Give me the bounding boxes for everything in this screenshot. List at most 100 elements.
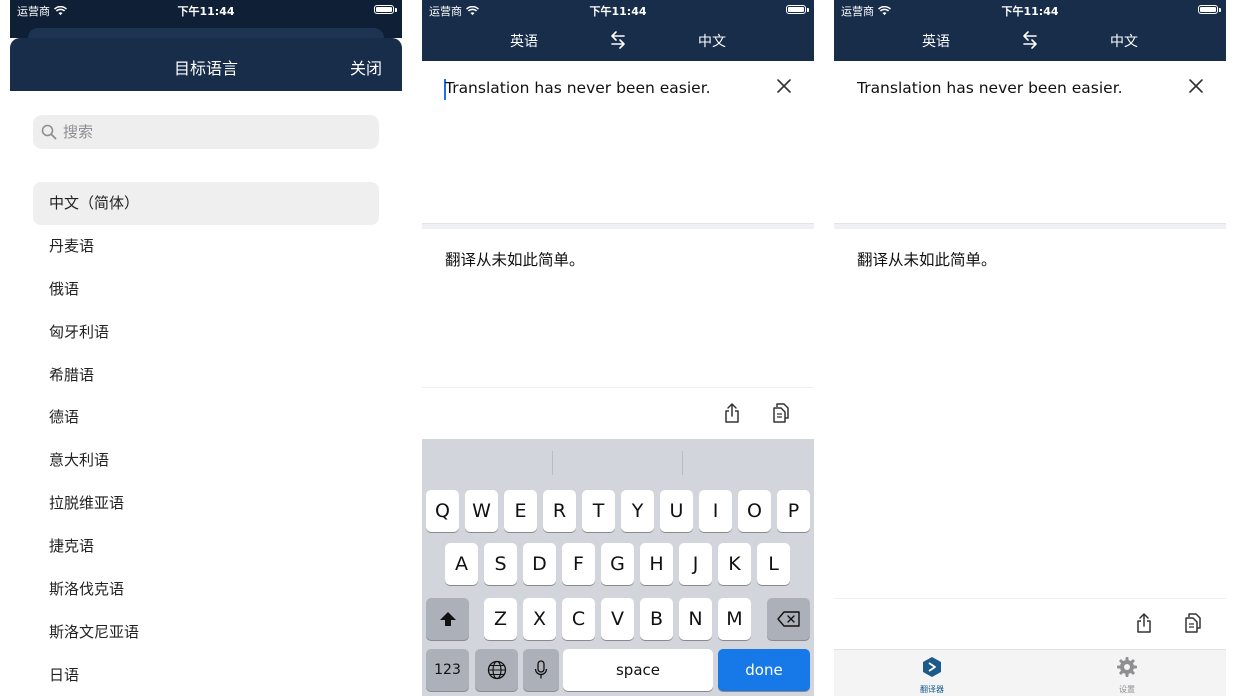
dictation-key[interactable] bbox=[523, 649, 559, 691]
translator-header: 运营商 下午11:44 英语 中文 bbox=[422, 0, 814, 61]
battery-icon bbox=[1198, 5, 1218, 14]
prediction-separator bbox=[682, 451, 683, 475]
shift-icon bbox=[439, 612, 456, 626]
source-text-input[interactable]: Translation has never been easier. bbox=[857, 79, 1123, 97]
status-time: 下午11:44 bbox=[1001, 5, 1059, 18]
space-key[interactable]: space bbox=[563, 649, 713, 691]
translator-result-screen: 运营商 下午11:44 英语 中文 Translation has never … bbox=[834, 0, 1226, 696]
search-icon bbox=[41, 124, 57, 140]
close-icon[interactable] bbox=[776, 78, 792, 94]
numbers-key[interactable]: 123 bbox=[426, 649, 469, 691]
status-bar: 运营商 下午11:44 bbox=[834, 0, 1226, 20]
language-item[interactable]: 斯洛文尼亚语 bbox=[33, 611, 379, 654]
language-item[interactable]: 德语 bbox=[33, 396, 379, 439]
share-icon[interactable] bbox=[723, 402, 741, 424]
key-h[interactable]: H bbox=[640, 543, 673, 585]
language-item[interactable]: 捷克语 bbox=[33, 525, 379, 568]
target-language-button[interactable]: 中文 bbox=[1110, 31, 1138, 51]
translation-output: 翻译从未如此简单。 bbox=[857, 251, 997, 269]
key-o[interactable]: O bbox=[738, 490, 771, 532]
key-a[interactable]: A bbox=[445, 543, 478, 585]
language-item[interactable]: 希腊语 bbox=[33, 354, 379, 397]
status-time: 下午11:44 bbox=[177, 5, 235, 18]
translator-tab-icon bbox=[923, 657, 941, 677]
tab-bar: 翻译器 设置 bbox=[834, 649, 1226, 696]
key-s[interactable]: S bbox=[484, 543, 517, 585]
close-button[interactable]: 关闭 bbox=[350, 55, 382, 79]
source-language-button[interactable]: 英语 bbox=[922, 31, 950, 51]
search-field[interactable] bbox=[33, 115, 379, 149]
key-z[interactable]: Z bbox=[484, 598, 517, 640]
key-n[interactable]: N bbox=[679, 598, 712, 640]
language-list: 中文（简体） 丹麦语 俄语 匈牙利语 希腊语 德语 意大利语 拉脱维亚语 捷克语 斯洛伐克语 斯洛文… bbox=[33, 182, 379, 696]
sheet-header: 目标语言 关闭 bbox=[10, 38, 402, 91]
globe-icon bbox=[487, 660, 506, 680]
key-w[interactable]: W bbox=[465, 490, 498, 532]
globe-key[interactable] bbox=[475, 649, 518, 691]
key-r[interactable]: R bbox=[543, 490, 576, 532]
status-bar: 运营商 下午11:44 bbox=[10, 0, 402, 20]
key-m[interactable]: M bbox=[718, 598, 751, 640]
language-item[interactable]: 匈牙利语 bbox=[33, 311, 379, 354]
translator-editing-screen: 运营商 下午11:44 英语 中文 Translation has never … bbox=[422, 0, 814, 696]
key-t[interactable]: T bbox=[582, 490, 615, 532]
key-q[interactable]: Q bbox=[426, 490, 459, 532]
language-item[interactable]: 斯洛伐克语 bbox=[33, 568, 379, 611]
pane-divider bbox=[422, 223, 814, 229]
language-picker-screen: 运营商 下午11:44 目标语言 关闭 中文（简体）丹麦语俄语匈牙利语希腊语德语… bbox=[10, 0, 402, 696]
swap-icon[interactable] bbox=[1020, 30, 1040, 50]
key-i[interactable]: I bbox=[699, 490, 732, 532]
tab-settings[interactable]: 设置 bbox=[1097, 656, 1157, 695]
key-c[interactable]: C bbox=[562, 598, 595, 640]
microphone-icon bbox=[534, 660, 548, 679]
settings-gear-icon bbox=[1117, 657, 1137, 677]
target-language-button[interactable]: 中文 bbox=[698, 31, 726, 51]
battery-icon bbox=[786, 5, 806, 14]
key-e[interactable]: E bbox=[504, 490, 537, 532]
tab-translator[interactable]: 翻译器 bbox=[902, 656, 962, 695]
key-l[interactable]: L bbox=[757, 543, 790, 585]
done-key[interactable]: done bbox=[718, 649, 810, 691]
swap-icon[interactable] bbox=[608, 30, 628, 50]
status-time: 下午11:44 bbox=[589, 5, 647, 18]
tab-settings-label: 设置 bbox=[1119, 685, 1135, 694]
language-item[interactable]: 意大利语 bbox=[33, 439, 379, 482]
key-u[interactable]: U bbox=[660, 490, 693, 532]
translator-header: 运营商 下午11:44 英语 中文 bbox=[834, 0, 1226, 61]
key-g[interactable]: G bbox=[601, 543, 634, 585]
key-j[interactable]: J bbox=[679, 543, 712, 585]
language-item[interactable]: 中文（简体） bbox=[33, 182, 379, 225]
copy-icon[interactable] bbox=[1184, 612, 1202, 634]
copy-icon[interactable] bbox=[772, 402, 790, 424]
sheet-title: 目标语言 bbox=[173, 59, 238, 78]
software-keyboard: 123 space done QWERTYUIOP ASDFGHJKL ZXCVBN… bbox=[422, 439, 814, 696]
key-f[interactable]: F bbox=[562, 543, 595, 585]
tab-translator-label: 翻译器 bbox=[920, 685, 944, 694]
shift-key[interactable] bbox=[426, 598, 469, 640]
status-bar: 运营商 下午11:44 bbox=[422, 0, 814, 20]
close-icon[interactable] bbox=[1188, 78, 1204, 94]
language-item[interactable]: 日语 bbox=[33, 654, 379, 696]
battery-icon bbox=[374, 5, 394, 14]
key-b[interactable]: B bbox=[640, 598, 673, 640]
key-k[interactable]: K bbox=[718, 543, 751, 585]
pane-divider bbox=[834, 223, 1226, 229]
key-x[interactable]: X bbox=[523, 598, 556, 640]
search-input[interactable] bbox=[61, 122, 365, 142]
share-icon[interactable] bbox=[1135, 612, 1153, 634]
backspace-key[interactable] bbox=[767, 598, 810, 640]
source-language-button[interactable]: 英语 bbox=[510, 31, 538, 51]
language-item[interactable]: 丹麦语 bbox=[33, 225, 379, 268]
language-item[interactable]: 俄语 bbox=[33, 268, 379, 311]
translation-output: 翻译从未如此简单。 bbox=[445, 251, 585, 269]
key-y[interactable]: Y bbox=[621, 490, 654, 532]
toolbar-separator bbox=[422, 387, 814, 388]
key-d[interactable]: D bbox=[523, 543, 556, 585]
toolbar-separator bbox=[834, 598, 1226, 599]
source-text-input[interactable]: Translation has never been easier. bbox=[445, 79, 711, 97]
key-v[interactable]: V bbox=[601, 598, 634, 640]
prediction-separator bbox=[552, 451, 553, 475]
key-p[interactable]: P bbox=[777, 490, 810, 532]
backspace-icon bbox=[776, 611, 800, 627]
language-item[interactable]: 拉脱维亚语 bbox=[33, 482, 379, 525]
